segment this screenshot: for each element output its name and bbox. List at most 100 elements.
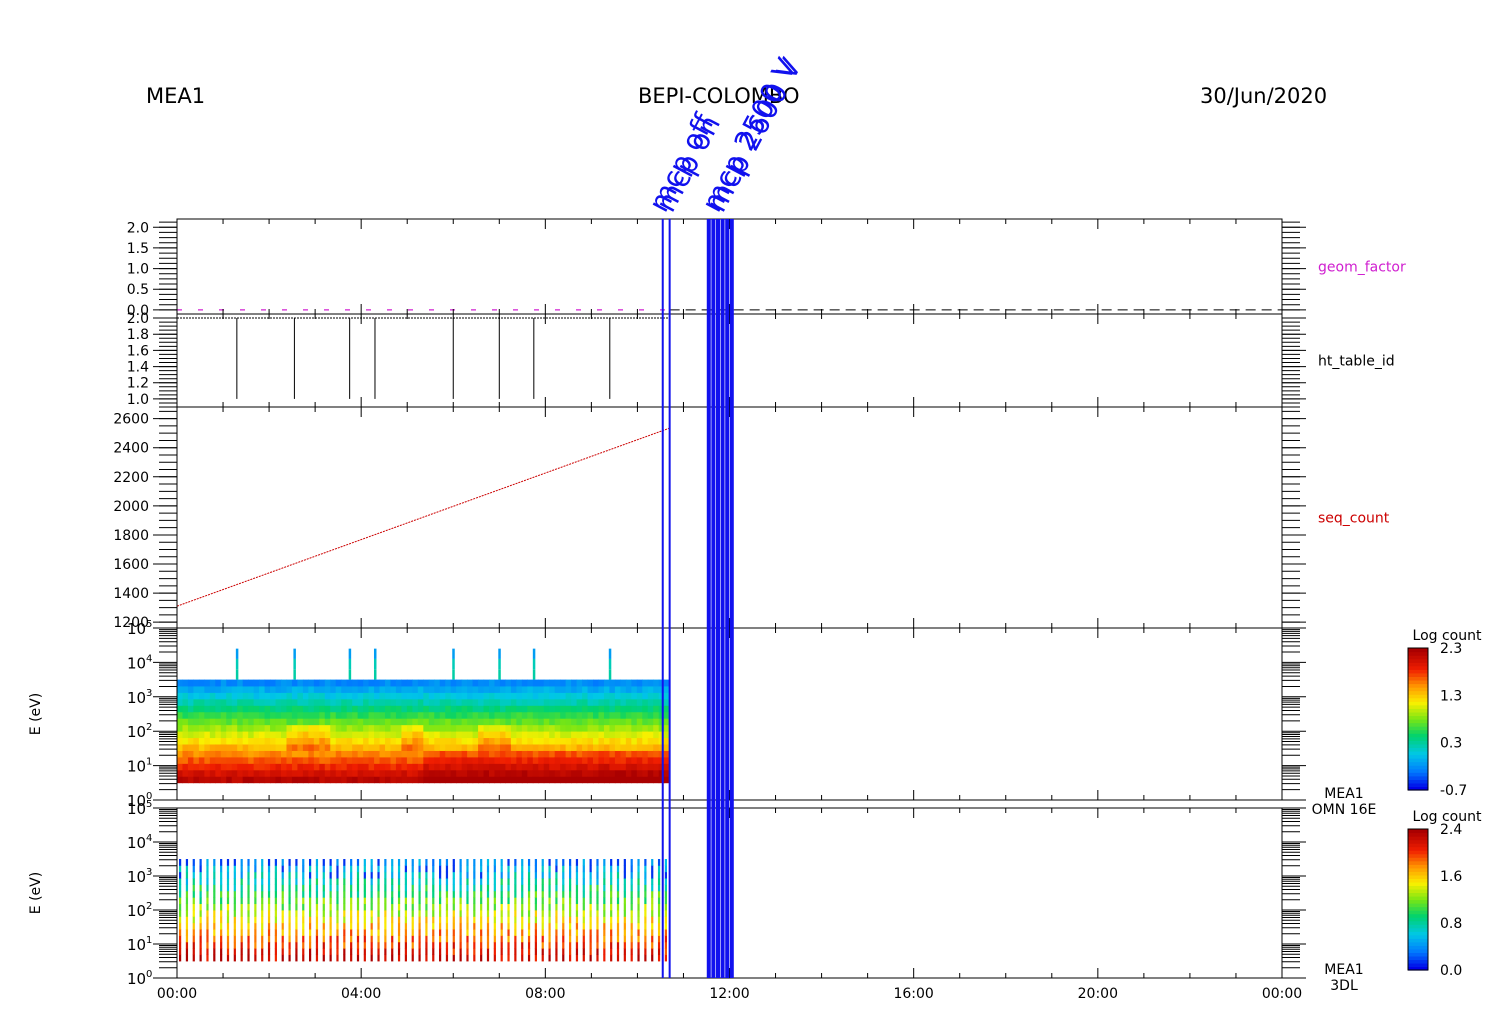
spectrogram-3dl-cell <box>397 954 401 962</box>
spectrogram-omn-cell <box>417 724 424 732</box>
spectrogram-3dl-cell <box>548 871 551 879</box>
spectrogram-omn-cell <box>467 763 474 771</box>
spectrogram-3dl-cell <box>179 910 182 917</box>
spectrogram-3dl-cell <box>582 878 585 885</box>
spectrogram-3dl-cell <box>213 865 216 873</box>
spectrogram-3dl-cell <box>220 897 223 905</box>
spectrogram-omn-cell <box>270 711 277 719</box>
spectrogram-omn-cell <box>576 769 583 777</box>
spectrogram-omn-cell <box>450 679 457 687</box>
spectrogram-3dl-cell <box>356 941 360 949</box>
spectrogram-omn-cell <box>390 757 397 764</box>
spectrogram-3dl-cell <box>309 859 312 866</box>
spectrogram-3dl-cell <box>425 859 428 866</box>
spectrogram-omn-cell <box>401 679 408 687</box>
spectrogram-3dl-cell <box>596 878 599 885</box>
spectrogram-omn-cell <box>587 769 594 777</box>
spectrogram-3dl-cell <box>363 878 366 885</box>
spectrogram-3dl-cell <box>596 929 599 936</box>
spectrogram-3dl-cell <box>445 865 449 873</box>
spectrogram-3dl-cell <box>220 929 223 936</box>
spectrogram-3dl-cell <box>445 903 449 911</box>
spectrogram-omn-cell <box>510 776 517 784</box>
spectrogram-omn-cell <box>450 757 457 764</box>
spectrogram-3dl-cell <box>309 878 312 885</box>
panel-5-colorbar-segment <box>1408 938 1428 943</box>
spectrogram-3dl-cell <box>610 929 613 936</box>
spectrogram-omn-cell <box>417 750 424 758</box>
spectrogram-omn-cell <box>368 731 375 739</box>
spectrogram-omn-cell <box>609 698 616 706</box>
spectrogram-3dl-cell <box>363 948 366 956</box>
spectrogram-3dl-cell <box>575 897 579 905</box>
spectrogram-omn-cell <box>187 776 195 784</box>
spectrogram-3dl-cell <box>329 922 332 930</box>
spectrogram-omn-cell <box>308 679 315 687</box>
spectrogram-omn-spike-1 <box>293 669 296 680</box>
spectrogram-omn-cell <box>237 711 244 719</box>
spectrogram-omn-cell <box>620 718 627 726</box>
spectrogram-3dl-cell <box>350 910 353 917</box>
spectrogram-3dl-cell <box>384 884 387 892</box>
spectrogram-3dl-cell <box>569 871 572 879</box>
spectrogram-omn-cell <box>281 769 288 777</box>
spectrogram-3dl-cell <box>350 935 353 943</box>
spectrogram-3dl-cell <box>432 897 435 905</box>
spectrogram-omn-cell <box>423 731 430 739</box>
spectrogram-omn-cell <box>603 737 611 745</box>
spectrogram-3dl-cell <box>432 916 435 924</box>
spectrogram-omn-cell <box>297 750 304 758</box>
spectrogram-3dl-cell <box>315 954 319 962</box>
spectrogram-omn-cell <box>456 737 463 745</box>
spectrogram-3dl-cell <box>233 935 236 943</box>
spectrogram-omn-cell <box>445 776 452 784</box>
spectrogram-3dl-cell <box>411 929 414 936</box>
spectrogram-3dl-cell <box>575 871 579 879</box>
spectrogram-3dl-cell <box>322 954 325 962</box>
spectrogram-3dl-cell <box>630 878 633 885</box>
spectrogram-3dl-cell <box>623 929 626 936</box>
spectrogram-3dl-cell <box>616 922 620 930</box>
spectrogram-omn-cell <box>423 737 430 745</box>
spectrogram-3dl-cell <box>555 871 558 879</box>
spectrogram-omn-cell <box>341 679 348 687</box>
spectrogram-omn-cell <box>456 750 463 758</box>
spectrogram-3dl-cell <box>596 890 599 898</box>
spectrogram-omn-cell <box>341 744 348 751</box>
spectrogram-omn-cell <box>423 718 430 726</box>
spectrogram-omn-cell <box>554 686 561 693</box>
spectrogram-3dl-cell <box>445 878 449 885</box>
spectrogram-3dl-cell <box>541 884 544 892</box>
spectrogram-3dl-cell <box>562 859 565 866</box>
spectrogram-omn-cell <box>231 776 238 784</box>
spectrogram-omn-cell <box>379 718 386 726</box>
spectrogram-omn-cell <box>521 679 528 687</box>
spectrogram-3dl-cell <box>534 878 537 885</box>
spectrogram-3dl-cell <box>439 878 442 885</box>
spectrogram-3dl-cell <box>185 929 189 936</box>
spectrogram-3dl-cell <box>267 871 271 879</box>
spectrogram-omn-cell <box>614 698 621 706</box>
spectrogram-3dl-cell <box>377 954 380 962</box>
spectrogram-3dl-cell <box>192 897 195 905</box>
spectrogram-omn-cell <box>264 711 271 719</box>
spectrogram-omn-cell <box>248 737 255 745</box>
spectrogram-omn-cell <box>620 711 627 719</box>
spectrogram-omn-cell <box>346 769 353 777</box>
spectrogram-omn-cell <box>242 724 249 732</box>
spectrogram-3dl-cell <box>206 903 209 911</box>
spectrogram-omn-cell <box>401 763 408 771</box>
spectrogram-3dl-cell <box>500 922 503 930</box>
spectrogram-omn-cell <box>516 757 523 764</box>
spectrogram-3dl-cell <box>315 890 319 898</box>
spectrogram-omn-cell <box>658 776 665 784</box>
spectrogram-omn-cell <box>620 698 627 706</box>
spectrogram-3dl-cell <box>302 878 305 885</box>
spectrogram-3dl-cell <box>350 941 353 949</box>
spectrogram-3dl-cell <box>466 935 469 943</box>
spectrogram-omn-cell <box>461 776 468 784</box>
spectrogram-3dl-cell <box>391 884 394 892</box>
spectrogram-3dl-cell <box>562 878 565 885</box>
spectrogram-omn-cell <box>593 769 600 777</box>
spectrogram-omn-cell <box>406 686 413 693</box>
